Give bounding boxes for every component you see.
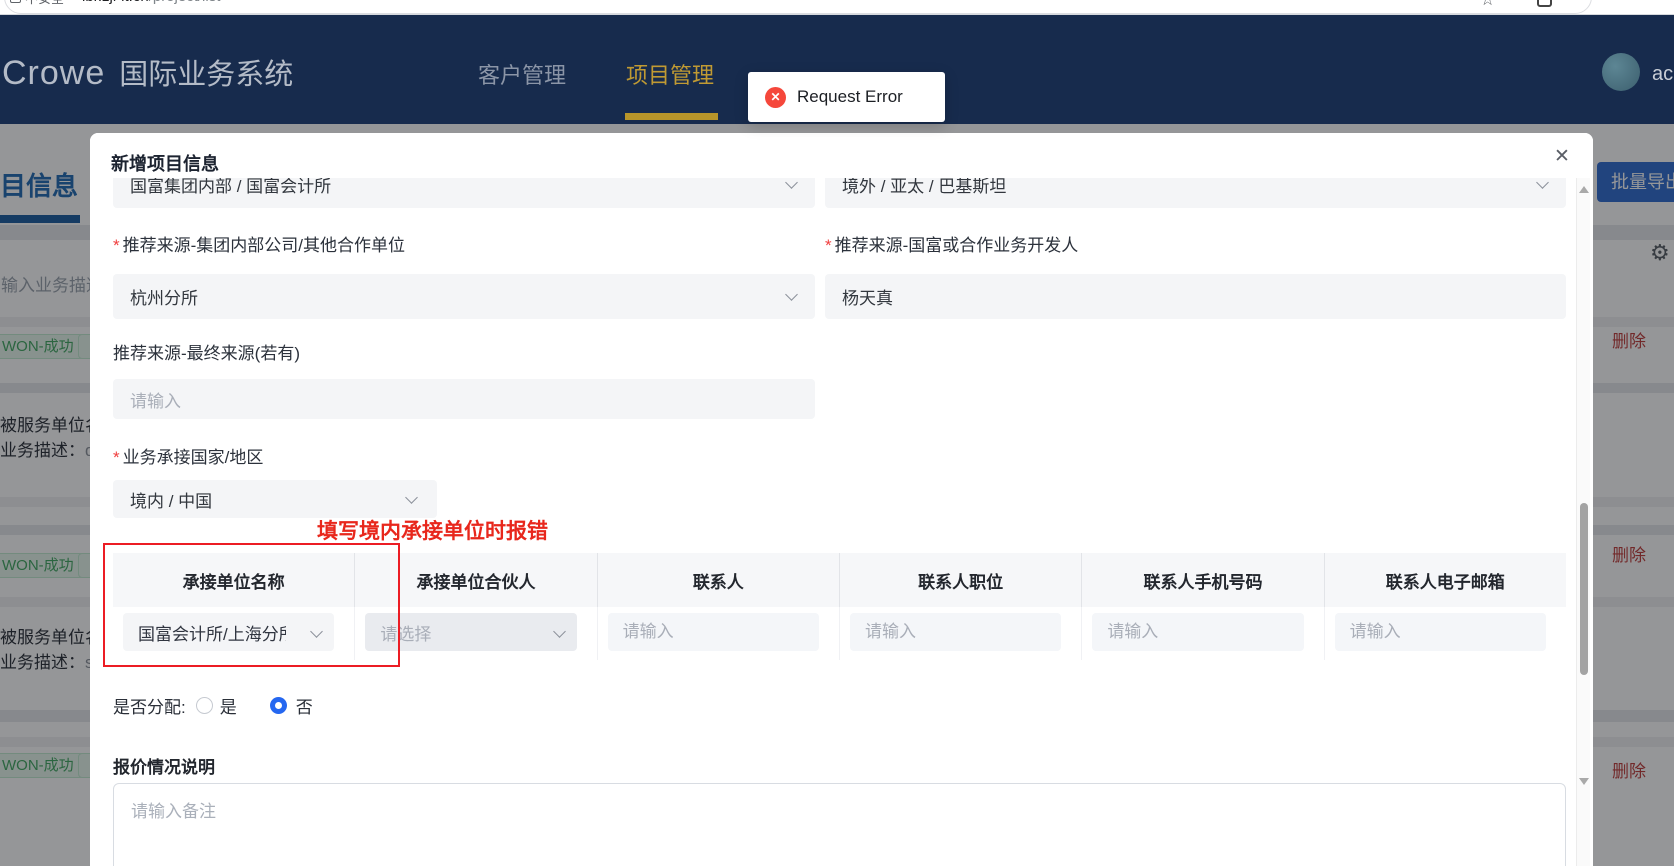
- address-bar[interactable]: [4, 0, 1592, 14]
- referral-developer-label: 推荐来源-国富或合作业务开发人: [825, 231, 1079, 256]
- radio-no-label[interactable]: 否: [296, 693, 313, 718]
- url-path: /project/list: [149, 0, 221, 5]
- final-source-input[interactable]: 请输入: [113, 379, 815, 419]
- scroll-down-icon[interactable]: [1579, 778, 1589, 785]
- col-unit-name: 承接单位名称: [113, 553, 356, 607]
- modal-title: 新增项目信息: [111, 154, 219, 174]
- bookmark-star-icon[interactable]: ☆: [1480, 0, 1495, 10]
- chevron-down-icon: [552, 625, 566, 638]
- quote-label: 报价情况说明: [113, 758, 215, 777]
- radio-yes-label[interactable]: 是: [220, 693, 237, 718]
- chevron-down-icon: [785, 176, 798, 189]
- col-contact: 联系人: [598, 553, 840, 607]
- final-source-label: 推荐来源-最终来源(若有): [113, 344, 300, 363]
- referral-company-label: 推荐来源-集团内部公司/其他合作单位: [113, 231, 405, 256]
- error-annotation: 填写境内承接单位时报错: [317, 519, 548, 543]
- browser-bar: 不安全 ibr.zjl-lt.cn/project/list ☆: [0, 0, 1674, 15]
- scrollbar-thumb[interactable]: [1580, 503, 1588, 675]
- contact-phone-input[interactable]: [1092, 613, 1304, 651]
- nav-item-project-management[interactable]: 项目管理: [626, 58, 714, 90]
- logo: Crowe 国际业务系统: [2, 51, 293, 93]
- modal-header: 新增项目信息: [90, 133, 1593, 178]
- radio-yes[interactable]: [195, 697, 213, 714]
- radio-no[interactable]: [269, 697, 287, 714]
- error-toast: ✕ Request Error: [748, 72, 945, 122]
- referral-company-value: 杭州分所: [130, 289, 198, 308]
- contact-title-input[interactable]: [849, 613, 1062, 651]
- table-header-row: 承接单位名称 承接单位合伙人 联系人 联系人职位 联系人手机号码 联系人电子邮箱: [113, 553, 1566, 607]
- scroll-up-icon[interactable]: [1579, 186, 1589, 193]
- system-title: 国际业务系统: [119, 59, 294, 91]
- contact-email-input[interactable]: [1334, 613, 1546, 651]
- security-icon: [10, 0, 21, 3]
- chevron-down-icon: [785, 288, 798, 301]
- col-unit-partner: 承接单位合伙人: [355, 553, 598, 607]
- assign-label: 是否分配:: [113, 698, 186, 717]
- undertaking-unit-table: 承接单位名称 承接单位合伙人 联系人 联系人职位 联系人手机号码 联系人电子邮箱…: [113, 553, 1566, 660]
- chevron-down-icon: [310, 625, 324, 638]
- final-source-placeholder: 请输入: [130, 391, 181, 411]
- unit-name-value: 国富会计所/上海分所: [138, 624, 286, 644]
- chevron-down-icon: [1536, 176, 1549, 189]
- referral-developer-field[interactable]: 杨天真: [825, 274, 1566, 319]
- close-icon[interactable]: ✕: [1554, 145, 1570, 168]
- country-label: 业务承接国家/地区: [113, 443, 264, 468]
- avatar[interactable]: [1602, 53, 1640, 91]
- col-contact-phone: 联系人手机号码: [1082, 553, 1325, 607]
- quote-textarea[interactable]: [113, 783, 1566, 866]
- unit-partner-select[interactable]: 请选择: [365, 613, 577, 651]
- chevron-down-icon: [405, 491, 418, 504]
- error-icon: ✕: [765, 86, 786, 108]
- crowe-logo: Crowe: [2, 54, 106, 92]
- username: ac: [1652, 63, 1674, 85]
- security-label: 不安全: [25, 0, 64, 7]
- browser-action-icon[interactable]: [1537, 0, 1552, 7]
- col-contact-title: 联系人职位: [840, 553, 1083, 607]
- nav-item-customer-management[interactable]: 客户管理: [478, 58, 566, 90]
- contact-input[interactable]: [607, 613, 819, 651]
- toast-message: Request Error: [797, 87, 903, 106]
- referral-developer-value: 杨天真: [842, 289, 893, 308]
- add-project-modal: 国富集团内部 / 国富会计所 境外 / 亚太 / 巴基斯坦 新增项目信息 ✕ 推…: [90, 133, 1593, 866]
- country-value: 境内 / 中国: [130, 491, 213, 511]
- referral-company-select[interactable]: 杭州分所: [113, 274, 815, 319]
- modal-scrollbar[interactable]: [1576, 178, 1590, 866]
- url-text[interactable]: ibr.zjl-lt.cn/project/list: [82, 0, 220, 5]
- url-host: ibr.zjl-lt.cn: [82, 0, 149, 5]
- country-select[interactable]: 境内 / 中国: [113, 480, 437, 518]
- col-contact-email: 联系人电子邮箱: [1385, 572, 1505, 592]
- nav-active-underline: [625, 113, 718, 120]
- assign-radio-group: 是否分配: 是 否: [113, 693, 313, 718]
- table-row: 国富会计所/上海分所 请选择: [113, 607, 1566, 660]
- unit-name-select[interactable]: 国富会计所/上海分所: [123, 613, 335, 651]
- security-badge[interactable]: 不安全: [10, 0, 64, 7]
- unit-partner-placeholder: 请选择: [380, 624, 432, 644]
